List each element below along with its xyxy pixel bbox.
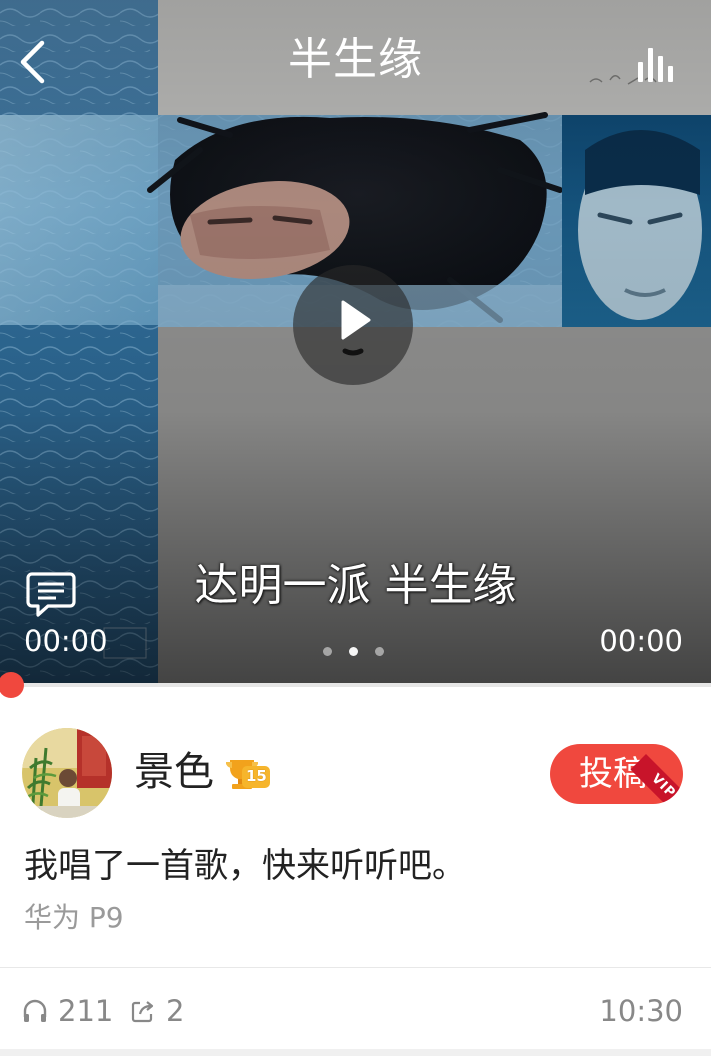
username[interactable]: 景色 <box>134 744 214 800</box>
post-text: 我唱了一首歌，快来听听吧。 <box>24 846 466 886</box>
submit-button[interactable]: 投稿 VIP <box>550 744 683 804</box>
play-button[interactable] <box>293 265 413 385</box>
avatar[interactable] <box>22 728 112 818</box>
page-dot[interactable] <box>375 647 384 656</box>
status-bar <box>0 0 711 4</box>
share-count[interactable]: 2 <box>130 985 184 1037</box>
device-label: 华为 P9 <box>24 901 124 934</box>
level-number: 15 <box>246 767 267 785</box>
lyric-line: 达明一派 半生缘 <box>194 560 517 611</box>
share-count-value: 2 <box>166 994 185 1028</box>
page-dot[interactable] <box>323 647 332 656</box>
comment-button[interactable] <box>26 570 76 618</box>
listen-count-value: 211 <box>58 994 114 1028</box>
headphones-icon <box>23 999 47 1022</box>
current-time: 00:00 <box>24 624 108 658</box>
share-icon <box>131 1001 154 1023</box>
stats-bar: 211 2 10:30 <box>0 985 711 1037</box>
avatar-image <box>22 728 112 818</box>
page-indicator[interactable] <box>318 646 388 658</box>
page-title: 半生缘 <box>288 34 423 85</box>
back-button[interactable] <box>10 34 54 90</box>
equalizer-icon <box>638 48 673 82</box>
chevron-left-icon <box>20 40 45 84</box>
total-time: 00:00 <box>599 624 683 658</box>
comment-icon <box>26 572 76 617</box>
level-badge: 15 <box>226 756 270 790</box>
page-dot-active[interactable] <box>349 647 358 656</box>
divider <box>0 967 711 968</box>
progress-thumb[interactable] <box>0 672 24 698</box>
progress-bar[interactable] <box>0 683 711 687</box>
play-icon <box>341 300 371 356</box>
equalizer-button[interactable] <box>636 44 682 84</box>
player-area: 半生缘 达明一派 半生缘 00:00 00:00 <box>0 0 711 685</box>
bottom-edge <box>0 1049 711 1056</box>
listen-count: 211 <box>22 985 113 1037</box>
post-time: 10:30 <box>599 994 683 1028</box>
